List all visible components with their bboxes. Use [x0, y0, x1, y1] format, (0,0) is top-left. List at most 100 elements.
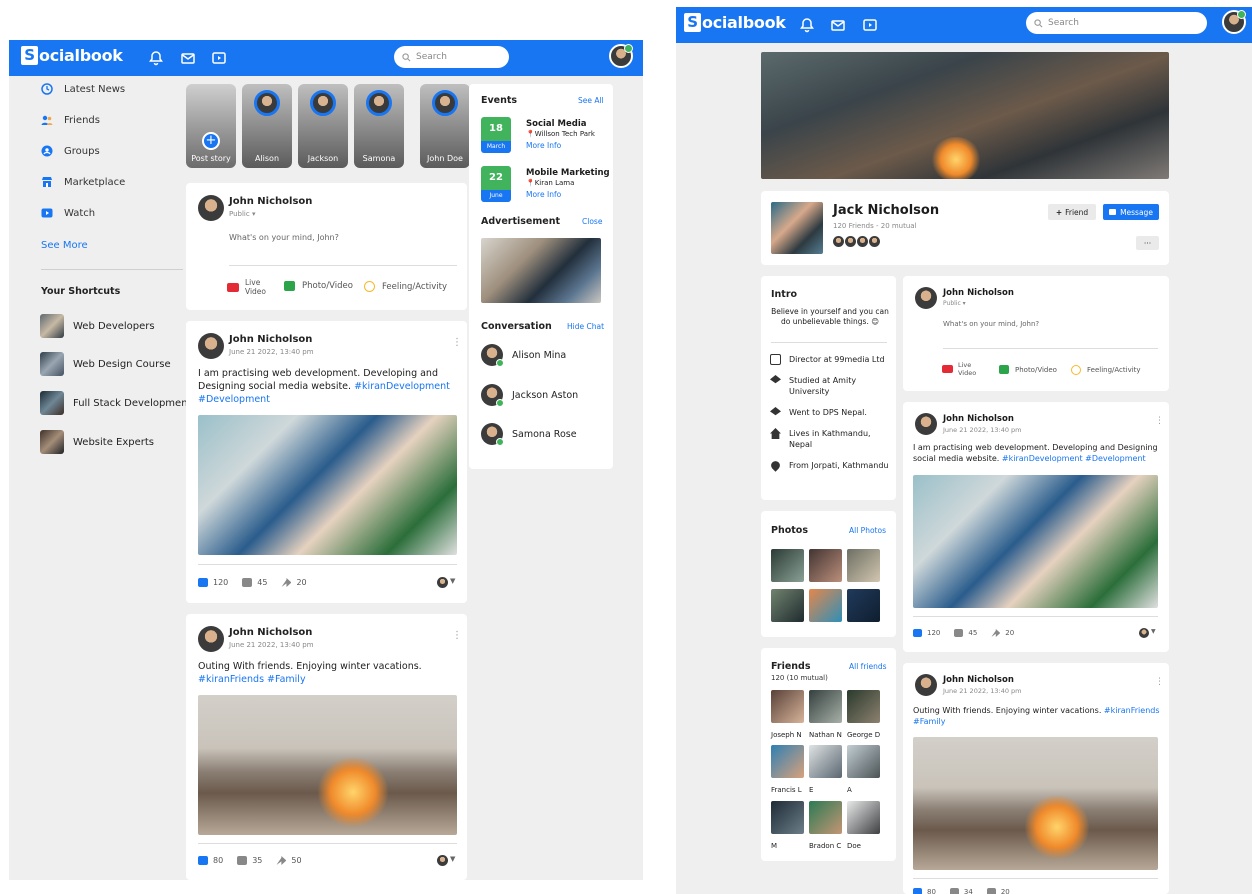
profile-more-button[interactable]: ··· — [1136, 236, 1159, 250]
like-button[interactable]: 120 — [198, 578, 228, 587]
video-icon[interactable] — [211, 50, 227, 66]
all-friends-link[interactable]: All friends — [849, 662, 887, 671]
brand-logo[interactable]: Socialbook — [21, 46, 123, 65]
hide-chat-link[interactable]: Hide Chat — [567, 322, 604, 331]
search-bar[interactable]: Search — [1026, 12, 1207, 34]
friend-photo[interactable] — [771, 801, 804, 834]
friend-button[interactable]: + Friend — [1048, 204, 1096, 220]
react-as-avatar[interactable] — [437, 577, 448, 588]
friend-name[interactable]: E — [809, 786, 813, 794]
react-as-avatar[interactable] — [1139, 628, 1149, 638]
story-card[interactable]: Jackson — [298, 84, 348, 168]
chevron-down-icon[interactable]: ▼ — [450, 855, 455, 863]
more-options-icon[interactable]: ⋮ — [1155, 677, 1164, 687]
share-button[interactable]: 50 — [276, 856, 302, 865]
composer-input[interactable]: What's on your mind, John? — [943, 320, 1039, 328]
composer-input[interactable]: What's on your mind, John? — [229, 233, 339, 242]
privacy-selector[interactable]: Public ▾ — [229, 210, 255, 218]
friend-name[interactable]: M — [771, 842, 777, 850]
like-button[interactable]: 120 — [913, 629, 940, 637]
post-image[interactable] — [198, 695, 457, 835]
nav-friends[interactable]: Friends — [41, 114, 100, 126]
photo-video-button[interactable]: Photo/Video — [999, 365, 1057, 374]
nav-latest-news[interactable]: Latest News — [41, 83, 125, 95]
shortcut-website-experts[interactable]: Website Experts — [40, 430, 154, 454]
shortcut-web-developers[interactable]: Web Developers — [40, 314, 155, 338]
more-options-icon[interactable]: ⋮ — [1155, 416, 1164, 426]
photo-thumbnail[interactable] — [847, 589, 880, 622]
post-image[interactable] — [198, 415, 457, 555]
events-see-all[interactable]: See All — [578, 96, 604, 105]
friend-name[interactable]: Nathan N — [809, 731, 842, 739]
friend-photo[interactable] — [847, 745, 880, 778]
like-button[interactable]: 80 — [198, 856, 223, 865]
friend-photo[interactable] — [809, 745, 842, 778]
friend-photo[interactable] — [809, 801, 842, 834]
brand-logo[interactable]: Socialbook — [684, 13, 786, 32]
comment-button[interactable]: 34 — [949, 888, 973, 894]
post-author[interactable]: John Nicholson — [943, 414, 1014, 424]
shortcut-web-design-course[interactable]: Web Design Course — [40, 352, 171, 376]
post-author[interactable]: John Nicholson — [229, 627, 312, 638]
share-button[interactable]: 20 — [991, 629, 1014, 637]
friend-name[interactable]: A — [847, 786, 852, 794]
post-story-card[interactable]: + Post story — [186, 84, 236, 168]
nav-marketplace[interactable]: Marketplace — [41, 176, 125, 188]
profile-picture[interactable] — [771, 202, 823, 254]
story-card[interactable]: John Doe — [420, 84, 470, 168]
all-photos-link[interactable]: All Photos — [849, 526, 886, 535]
share-button[interactable]: 20 — [281, 578, 307, 587]
chat-contact[interactable]: Samona Rose — [481, 423, 577, 446]
story-card[interactable]: Samona — [354, 84, 404, 168]
photo-thumbnail[interactable] — [809, 589, 842, 622]
comment-button[interactable]: 45 — [954, 629, 977, 637]
friend-name[interactable]: Bradon C — [809, 842, 841, 850]
post-author[interactable]: John Nicholson — [229, 334, 312, 345]
post-tags[interactable]: #kiranFriends #Family — [198, 674, 306, 685]
comment-button[interactable]: 35 — [237, 856, 262, 865]
photo-thumbnail[interactable] — [771, 589, 804, 622]
feeling-activity-button[interactable]: Feeling/Activity — [1071, 365, 1141, 375]
photo-video-button[interactable]: Photo/Video — [284, 281, 353, 291]
nav-groups[interactable]: Groups — [41, 145, 100, 157]
search-bar[interactable]: Search — [394, 46, 509, 68]
post-tags[interactable]: #kiranDevelopment #Development — [1002, 454, 1146, 463]
friend-name[interactable]: Doe — [847, 842, 861, 850]
friend-photo[interactable] — [847, 801, 880, 834]
nav-watch[interactable]: Watch — [41, 207, 95, 219]
friend-photo[interactable] — [847, 690, 880, 723]
friend-name[interactable]: Joseph N — [771, 731, 802, 739]
feeling-activity-button[interactable]: Feeling/Activity — [364, 281, 447, 292]
live-video-button[interactable]: Live Video — [942, 361, 976, 377]
chat-contact[interactable]: Alison Mina — [481, 344, 566, 367]
chevron-down-icon[interactable]: ▼ — [1151, 628, 1156, 635]
cover-photo[interactable] — [761, 52, 1169, 179]
friend-photo[interactable] — [771, 745, 804, 778]
more-options-icon[interactable]: ⋮ — [452, 630, 462, 641]
friend-photo[interactable] — [809, 690, 842, 723]
mail-icon[interactable] — [830, 17, 846, 33]
post-image[interactable] — [913, 475, 1158, 608]
live-video-button[interactable]: Live Video — [227, 278, 266, 296]
ad-image[interactable] — [481, 238, 601, 303]
friend-photo[interactable] — [771, 690, 804, 723]
ad-close-link[interactable]: Close — [582, 217, 602, 226]
photo-thumbnail[interactable] — [771, 549, 804, 582]
react-as-avatar[interactable] — [437, 855, 448, 866]
mail-icon[interactable] — [180, 50, 196, 66]
comment-button[interactable]: 45 — [242, 578, 267, 587]
shortcut-full-stack-development[interactable]: Full Stack Development — [40, 391, 191, 415]
video-icon[interactable] — [862, 17, 878, 33]
bell-icon[interactable] — [148, 50, 164, 66]
more-options-icon[interactable]: ⋮ — [452, 337, 462, 348]
event-more-info[interactable]: More Info — [526, 141, 561, 150]
user-avatar[interactable] — [609, 44, 633, 68]
post-image[interactable] — [913, 737, 1158, 870]
like-button[interactable]: 80 — [913, 888, 936, 894]
bell-icon[interactable] — [799, 17, 815, 33]
friend-name[interactable]: George D — [847, 731, 880, 739]
post-author[interactable]: John Nicholson — [943, 675, 1014, 685]
photo-thumbnail[interactable] — [809, 549, 842, 582]
privacy-selector[interactable]: Public ▾ — [943, 300, 966, 307]
message-button[interactable]: Message — [1103, 204, 1159, 220]
